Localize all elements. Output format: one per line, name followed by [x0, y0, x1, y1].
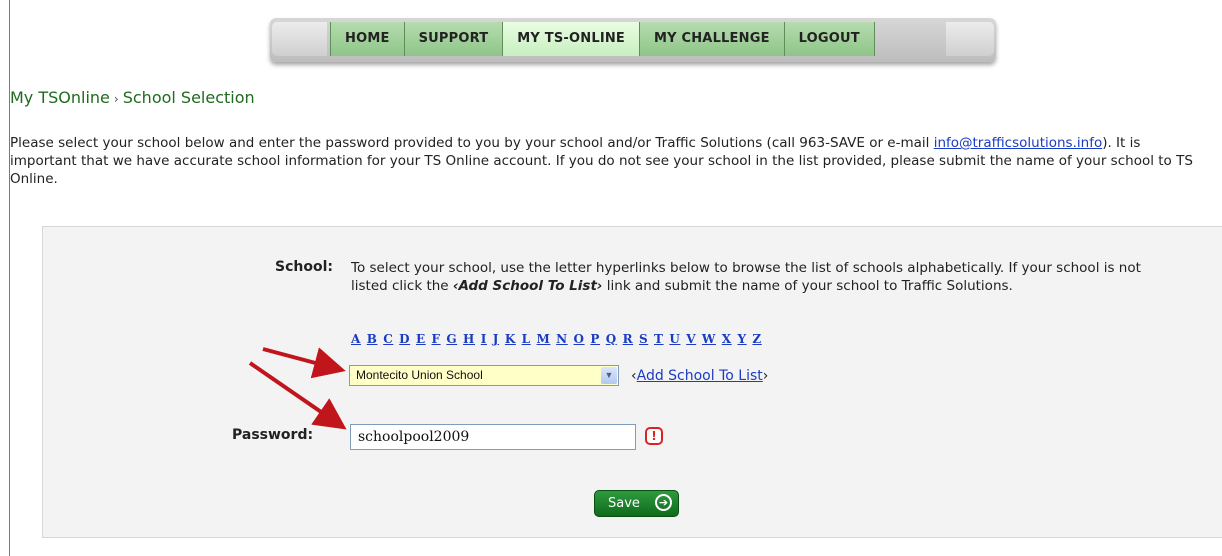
letter-link-d[interactable]: D: [399, 332, 410, 346]
chevron-down-icon[interactable]: ▼: [601, 367, 617, 384]
school-label: School:: [275, 259, 333, 275]
letter-link-z[interactable]: Z: [752, 332, 761, 346]
nav-cap-right: [946, 22, 994, 56]
letter-link-m[interactable]: M: [536, 332, 550, 346]
nav-my-challenge[interactable]: MY CHALLENGE: [639, 22, 785, 56]
breadcrumb-separator: ›: [113, 92, 119, 106]
letter-link-l[interactable]: L: [522, 332, 531, 346]
school-select-value: Montecito Union School: [356, 368, 483, 382]
arrow-circle-right-icon: ➔: [655, 494, 672, 511]
letter-link-r[interactable]: R: [623, 332, 634, 346]
letter-link-b[interactable]: B: [367, 332, 378, 346]
school-help-text: To select your school, use the letter hy…: [351, 259, 1171, 295]
password-input[interactable]: schoolpool2009: [350, 424, 636, 450]
letter-link-w[interactable]: W: [702, 332, 716, 346]
letter-link-a[interactable]: A: [351, 332, 361, 346]
letter-link-i[interactable]: I: [481, 332, 487, 346]
nav-support[interactable]: SUPPORT: [403, 22, 504, 56]
nav-cap-left: [272, 22, 327, 56]
letter-link-x[interactable]: X: [722, 332, 732, 346]
add-school-link[interactable]: Add School To List: [637, 368, 763, 384]
breadcrumb-current: School Selection: [122, 88, 255, 107]
breadcrumb: My TSOnline › School Selection: [10, 88, 255, 107]
letter-link-c[interactable]: C: [383, 332, 393, 346]
nav-my-ts-online[interactable]: MY TS-ONLINE: [502, 22, 641, 56]
intro-paragraph: Please select your school below and ente…: [10, 134, 1210, 188]
school-help-after: link and submit the name of your school …: [602, 278, 1013, 294]
letter-link-k[interactable]: K: [505, 332, 516, 346]
nav-items: HOME SUPPORT MY TS-ONLINE MY CHALLENGE L…: [330, 22, 875, 56]
letter-link-e[interactable]: E: [416, 332, 426, 346]
save-button-label: Save: [608, 496, 640, 511]
password-label: Password:: [232, 427, 314, 443]
alphabet-links: A B C D E F G H I J K L M N O P Q R S T …: [351, 332, 763, 346]
letter-link-f[interactable]: F: [432, 332, 441, 346]
letter-link-h[interactable]: H: [463, 332, 475, 346]
letter-link-u[interactable]: U: [669, 332, 680, 346]
letter-link-g[interactable]: G: [446, 332, 457, 346]
letter-link-j[interactable]: J: [493, 332, 499, 346]
letter-link-s[interactable]: S: [639, 332, 648, 346]
nav-home[interactable]: HOME: [330, 22, 405, 56]
school-select[interactable]: Montecito Union School ▼: [349, 365, 619, 386]
add-school-link-wrapper: ‹Add School To List›: [631, 368, 768, 384]
letter-link-p[interactable]: P: [590, 332, 600, 346]
save-button[interactable]: Save ➔: [594, 490, 679, 517]
letter-link-t[interactable]: T: [654, 332, 664, 346]
email-link[interactable]: info@trafficsolutions.info: [934, 135, 1103, 151]
letter-link-v[interactable]: V: [686, 332, 696, 346]
school-help-link-text: ‹Add School To List›: [452, 278, 603, 294]
letter-link-q[interactable]: Q: [606, 332, 617, 346]
nav-logout[interactable]: LOGOUT: [783, 22, 875, 56]
letter-link-n[interactable]: N: [556, 332, 568, 346]
add-school-close-bracket: ›: [762, 368, 769, 384]
left-border-line: [9, 0, 10, 556]
intro-text-before: Please select your school below and ente…: [10, 135, 934, 151]
exclamation-icon: !: [645, 427, 663, 445]
breadcrumb-root[interactable]: My TSOnline: [10, 88, 110, 107]
letter-link-o[interactable]: O: [574, 332, 585, 346]
letter-link-y[interactable]: Y: [737, 332, 746, 346]
top-nav-bar: HOME SUPPORT MY TS-ONLINE MY CHALLENGE L…: [270, 18, 996, 62]
